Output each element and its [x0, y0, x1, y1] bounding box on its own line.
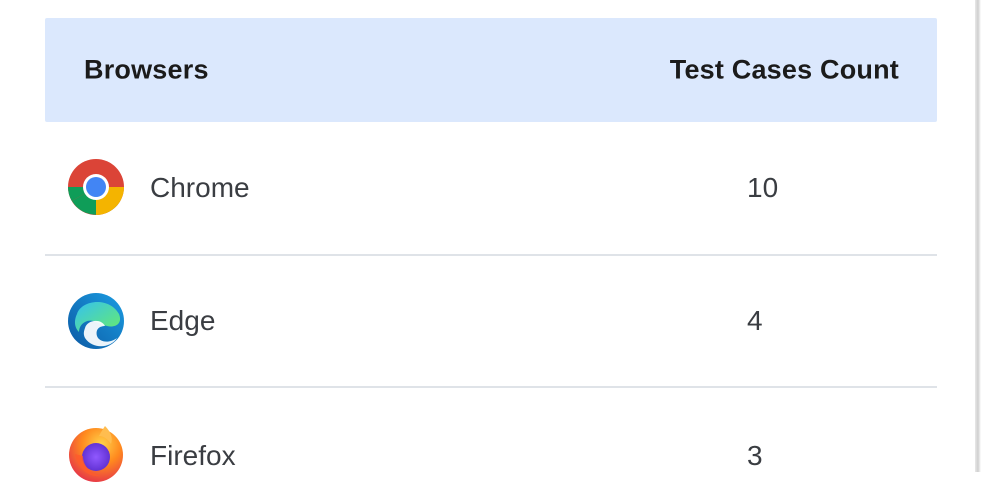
column-header-browsers[interactable]: Browsers: [84, 55, 209, 86]
browser-name: Firefox: [150, 440, 236, 471]
test-case-count: 3: [747, 440, 763, 471]
edge-icon: [67, 292, 125, 350]
browser-test-cases-table: Browsers Test Cases Count Chrome 10 Edge…: [45, 18, 937, 488]
firefox-icon: [67, 424, 125, 482]
table-row[interactable]: Chrome 10: [45, 122, 937, 256]
browser-name: Chrome: [150, 172, 250, 203]
window-right-edge: [975, 0, 991, 472]
column-header-test-cases-count[interactable]: Test Cases Count: [670, 55, 899, 86]
test-case-count: 4: [747, 305, 763, 336]
table-header: Browsers Test Cases Count: [45, 18, 937, 122]
test-case-count: 10: [747, 172, 779, 203]
table-row[interactable]: Firefox 3: [45, 388, 937, 488]
table-row[interactable]: Edge 4: [45, 256, 937, 388]
chrome-icon: [67, 158, 125, 216]
browser-name: Edge: [150, 305, 216, 336]
